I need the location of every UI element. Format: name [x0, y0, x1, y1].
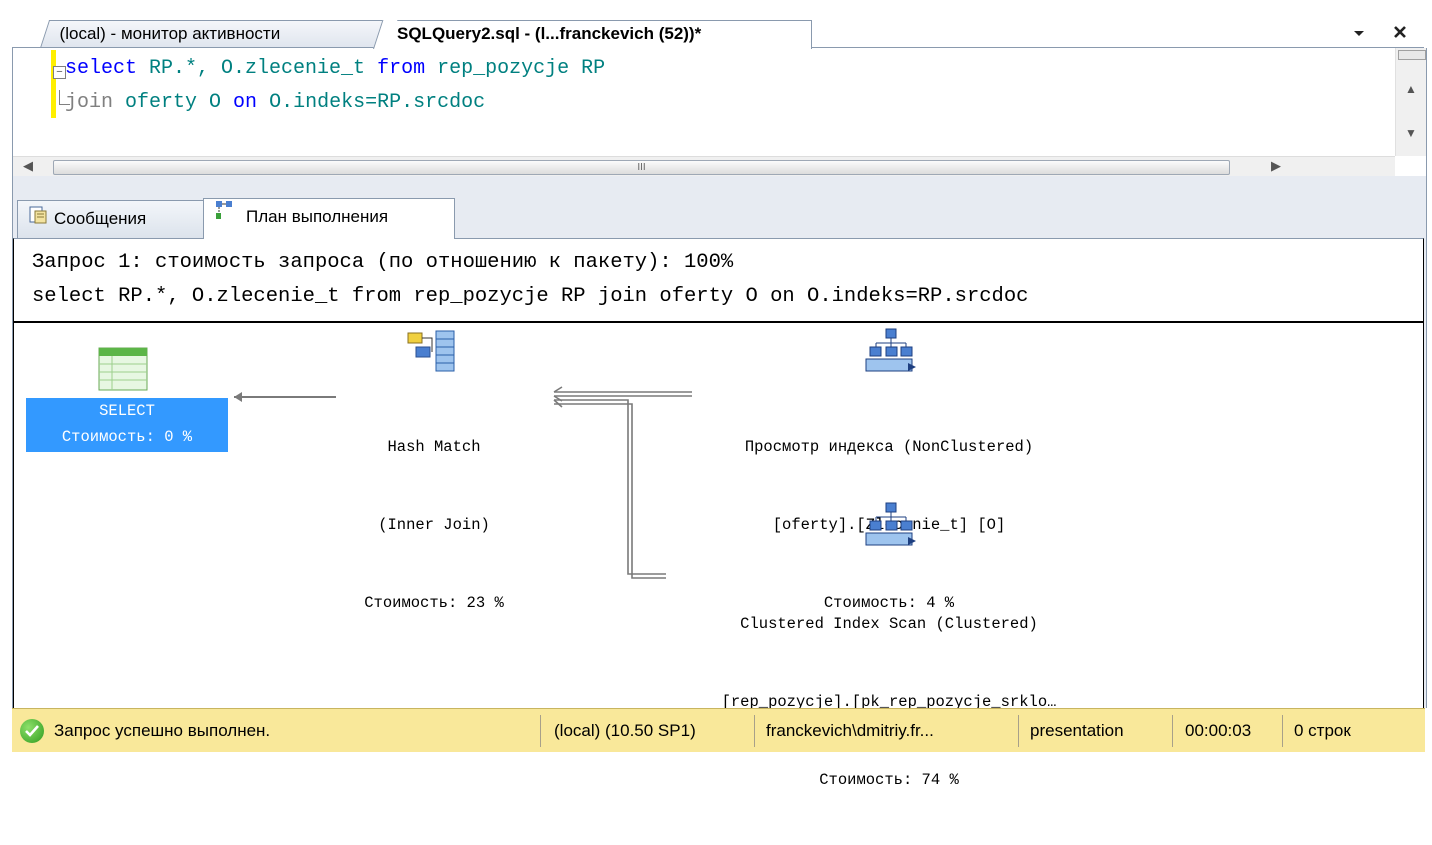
- code-line-2[interactable]: join oferty O on O.indeks=RP.srcdoc: [65, 86, 485, 120]
- tab-label: SQLQuery2.sql - (l...franckevich (52))*: [397, 24, 702, 43]
- tab-label: (local) - монитор активности: [59, 24, 281, 43]
- chevron-down-icon[interactable]: [1352, 18, 1366, 48]
- code-line-1[interactable]: select RP.*, O.zlecenie_t from rep_pozyc…: [65, 52, 605, 86]
- node-subtitle: (Inner Join): [378, 516, 490, 534]
- select-table-icon[interactable]: [98, 347, 148, 396]
- node-title: Hash Match: [387, 438, 481, 456]
- tab-label: Сообщения: [54, 209, 147, 228]
- scroll-up-icon[interactable]: ▲: [1396, 82, 1426, 96]
- sql-editor[interactable]: − select RP.*, O.zlecenie_t from rep_poz…: [12, 48, 1427, 177]
- keyword: select: [65, 57, 138, 80]
- splitter-handle[interactable]: [1398, 50, 1426, 60]
- status-divider: [540, 715, 541, 747]
- status-server: (local) (10.50 SP1): [554, 721, 696, 740]
- status-message: Запрос успешно выполнен.: [54, 721, 271, 740]
- status-divider: [1172, 715, 1173, 747]
- status-bar: Запрос успешно выполнен. (local) (10.50 …: [12, 708, 1425, 752]
- index-scan-icon[interactable]: [864, 327, 918, 380]
- select-node[interactable]: SELECT Стоимость: 0 %: [26, 398, 228, 452]
- tab-sqlquery2[interactable]: SQLQuery2.sql - (l...franckevich (52))*: [382, 20, 812, 49]
- messages-icon: [28, 202, 48, 238]
- status-divider: [1018, 715, 1019, 747]
- node-cost: Стоимость: 74 %: [819, 771, 959, 789]
- success-check-icon: [20, 719, 44, 743]
- execution-plan-canvas[interactable]: Запрос 1: стоимость запроса (по отношени…: [13, 238, 1424, 789]
- change-marker: [51, 50, 56, 118]
- execution-plan-icon: [214, 199, 240, 236]
- scroll-thumb[interactable]: III: [53, 160, 1230, 175]
- code-text: O.indeks=RP.srcdoc: [257, 91, 486, 114]
- clustered-index-scan-node[interactable]: Clustered Index Scan (Clustered) [rep_po…: [649, 559, 1129, 845]
- editor-horizontal-scrollbar[interactable]: ◀ III ▶: [13, 156, 1395, 177]
- tab-execution-plan[interactable]: План выполнения: [203, 198, 455, 239]
- hash-match-node[interactable]: Hash Match (Inner Join) Стоимость: 23 %: [314, 382, 554, 668]
- scroll-right-icon[interactable]: ▶: [1271, 158, 1281, 174]
- node-cost: Стоимость: 0 %: [61, 428, 193, 446]
- arrow-clustered-to-hash: [553, 399, 666, 579]
- code-text: oferty O: [113, 91, 234, 114]
- keyword: join: [65, 91, 114, 114]
- tab-label: План выполнения: [246, 207, 389, 226]
- node-cost: Стоимость: 23 %: [364, 594, 504, 612]
- scroll-grip: III: [637, 162, 646, 173]
- node-title: SELECT: [99, 402, 155, 420]
- results-pane: Сообщения План выполнения Запрос 1: стои…: [12, 176, 1427, 789]
- status-divider: [754, 715, 755, 747]
- code-text: RP.*, O.zlecenie_t: [137, 57, 378, 80]
- document-tab-strip: (local) - монитор активности SQLQuery2.s…: [0, 0, 1432, 49]
- node-title: Clustered Index Scan (Clustered): [740, 615, 1038, 633]
- status-divider: [1282, 715, 1283, 747]
- hash-match-icon[interactable]: [406, 329, 458, 380]
- status-rows: 0 строк: [1294, 721, 1351, 740]
- tab-activity-monitor[interactable]: (local) - монитор активности: [40, 20, 400, 48]
- clustered-index-scan-icon[interactable]: [864, 501, 918, 554]
- editor-vertical-scrollbar[interactable]: ▲ ▼: [1395, 48, 1426, 156]
- keyword: on: [233, 91, 258, 114]
- node-title: Просмотр индекса (NonClustered): [744, 438, 1034, 456]
- status-database: presentation: [1030, 721, 1124, 740]
- close-icon[interactable]: [1392, 18, 1408, 48]
- status-user: franckevich\dmitriy.fr...: [766, 721, 934, 740]
- keyword: from: [377, 57, 426, 80]
- scroll-left-icon[interactable]: ◀: [23, 158, 33, 174]
- tab-messages[interactable]: Сообщения: [17, 200, 205, 238]
- scroll-down-icon[interactable]: ▼: [1396, 126, 1426, 140]
- status-elapsed: 00:00:03: [1185, 721, 1252, 740]
- code-text: rep_pozycje RP: [425, 57, 606, 80]
